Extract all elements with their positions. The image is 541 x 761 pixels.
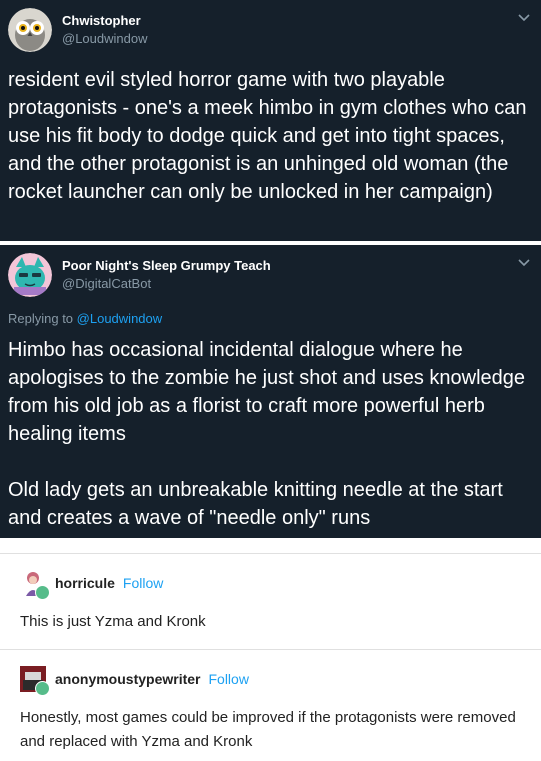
tweet-text: resident evil styled horror game with tw…: [8, 69, 533, 203]
post-username[interactable]: anonymoustypewriter: [55, 671, 200, 687]
post-username[interactable]: horricule: [55, 575, 115, 591]
user-handle[interactable]: @Loudwindow: [62, 30, 147, 48]
replying-mention-link[interactable]: @Loudwindow: [77, 311, 162, 326]
avatar[interactable]: [20, 570, 50, 600]
tweet-header: Poor Night's Sleep Grumpy Teach @Digital…: [8, 253, 533, 297]
tweet-card-original: Chwistopher @Loudwindow resident evil st…: [0, 0, 541, 241]
chevron-down-icon[interactable]: [517, 255, 531, 269]
owl-avatar-icon[interactable]: [8, 8, 52, 52]
post-text: Honestly, most games could be improved i…: [20, 709, 516, 750]
replying-to: Replying to @Loudwindow: [8, 311, 533, 326]
reblog-icon: [35, 585, 50, 600]
user-handle[interactable]: @DigitalCatBot: [62, 275, 271, 293]
tweet-header: Chwistopher @Loudwindow: [8, 8, 533, 52]
chevron-down-icon[interactable]: [517, 10, 531, 24]
follow-button[interactable]: Follow: [123, 575, 163, 591]
reblog-post: anonymoustypewriter Follow Honestly, mos…: [0, 649, 541, 759]
follow-button[interactable]: Follow: [208, 671, 248, 687]
replying-prefix: Replying to: [8, 311, 74, 326]
reblog-post: horricule Follow This is just Yzma and K…: [0, 553, 541, 649]
reblog-icon: [35, 681, 50, 696]
display-name[interactable]: Chwistopher: [62, 12, 147, 30]
tweet-text: Himbo has occasional incidental dialogue…: [8, 339, 526, 529]
display-name[interactable]: Poor Night's Sleep Grumpy Teach: [62, 257, 271, 275]
cat-avatar-icon[interactable]: [8, 253, 52, 297]
post-header: horricule Follow: [20, 554, 521, 600]
post-header: anonymoustypewriter Follow: [20, 650, 521, 696]
tweet-card-reply: Poor Night's Sleep Grumpy Teach @Digital…: [0, 241, 541, 538]
post-text: This is just Yzma and Kronk: [20, 613, 206, 630]
avatar[interactable]: [20, 666, 50, 696]
